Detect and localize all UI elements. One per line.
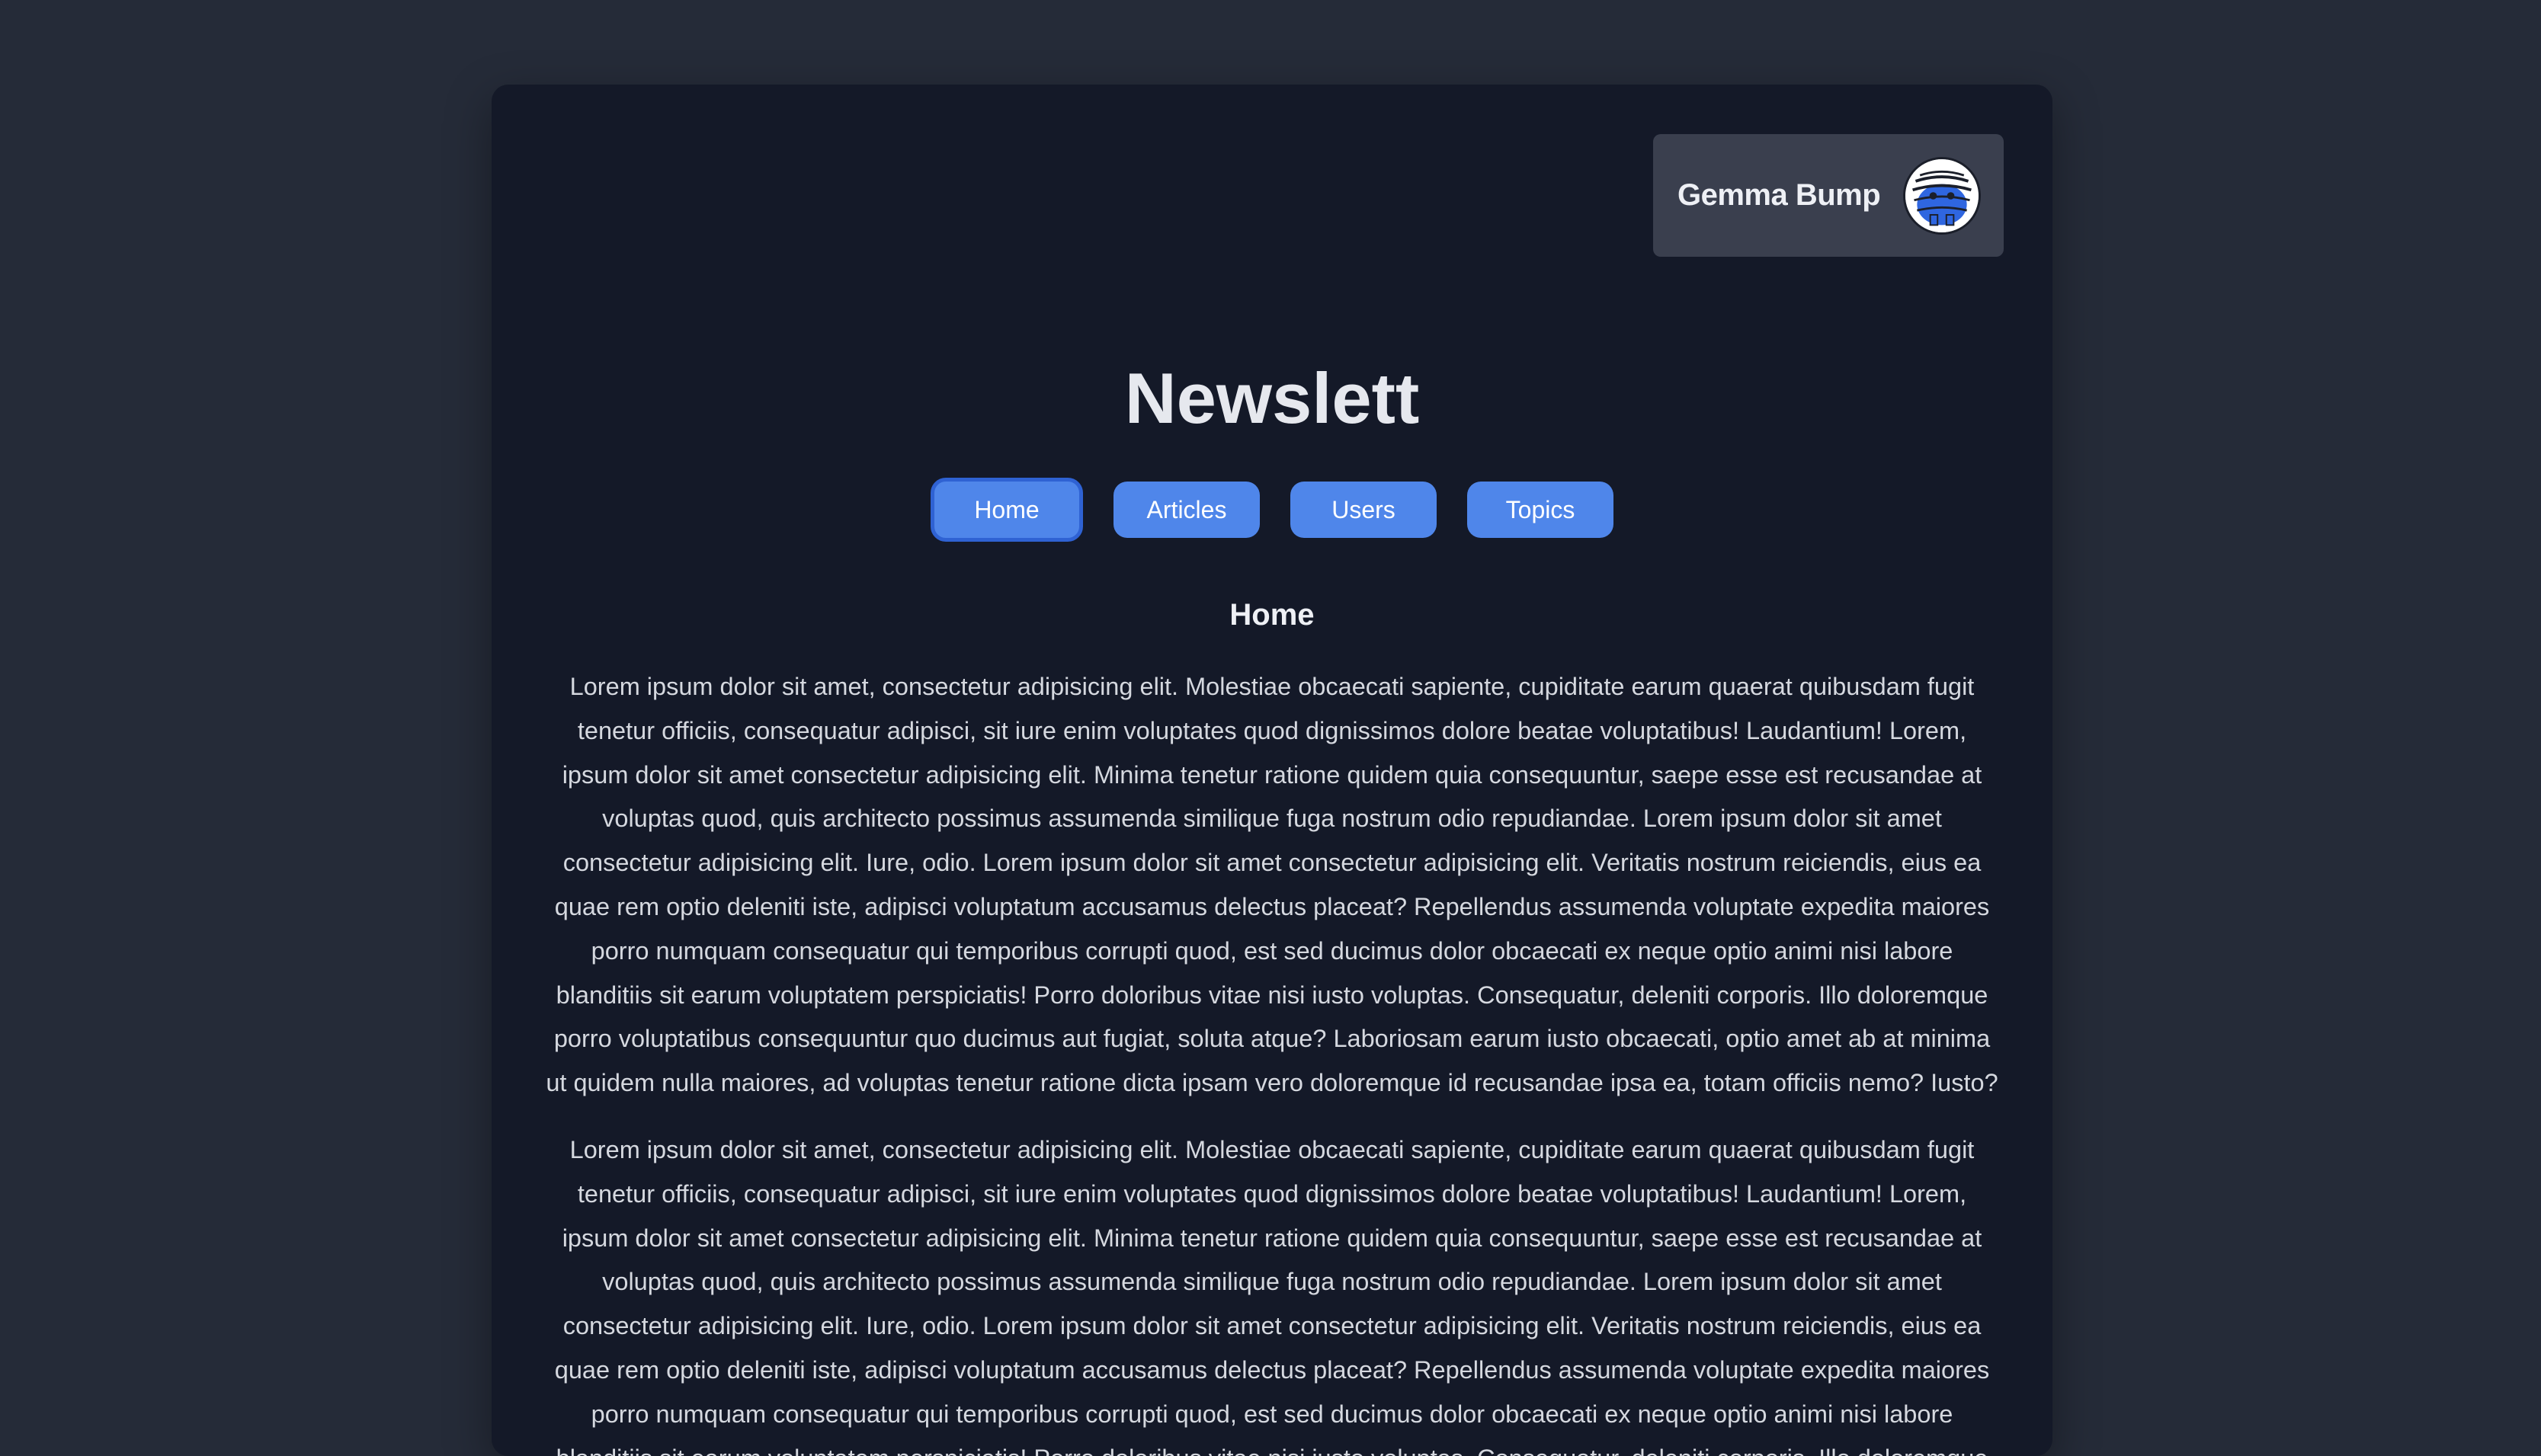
- nav-articles-button[interactable]: Articles: [1113, 482, 1260, 538]
- nav-users-button[interactable]: Users: [1290, 482, 1437, 538]
- content-body: Lorem ipsum dolor sit amet, consectetur …: [542, 665, 2002, 1456]
- avatar[interactable]: [1903, 157, 1981, 235]
- mummy-avatar-icon: [1905, 159, 1979, 232]
- main-card: Gemma Bump Newslett Home Articles Users …: [492, 85, 2052, 1456]
- site-title: Newslett: [1124, 358, 1420, 438]
- user-profile-chip[interactable]: Gemma Bump: [1653, 134, 2004, 257]
- content-paragraph: Lorem ipsum dolor sit amet, consectetur …: [546, 673, 1998, 1097]
- user-name: Gemma Bump: [1677, 178, 1881, 212]
- main-nav: Home Articles Users Topics: [492, 478, 2052, 542]
- content-paragraph: Lorem ipsum dolor sit amet, consectetur …: [554, 1135, 1990, 1456]
- page-heading: Home: [1229, 598, 1315, 632]
- nav-topics-button[interactable]: Topics: [1467, 482, 1613, 538]
- nav-home-button[interactable]: Home: [931, 478, 1083, 542]
